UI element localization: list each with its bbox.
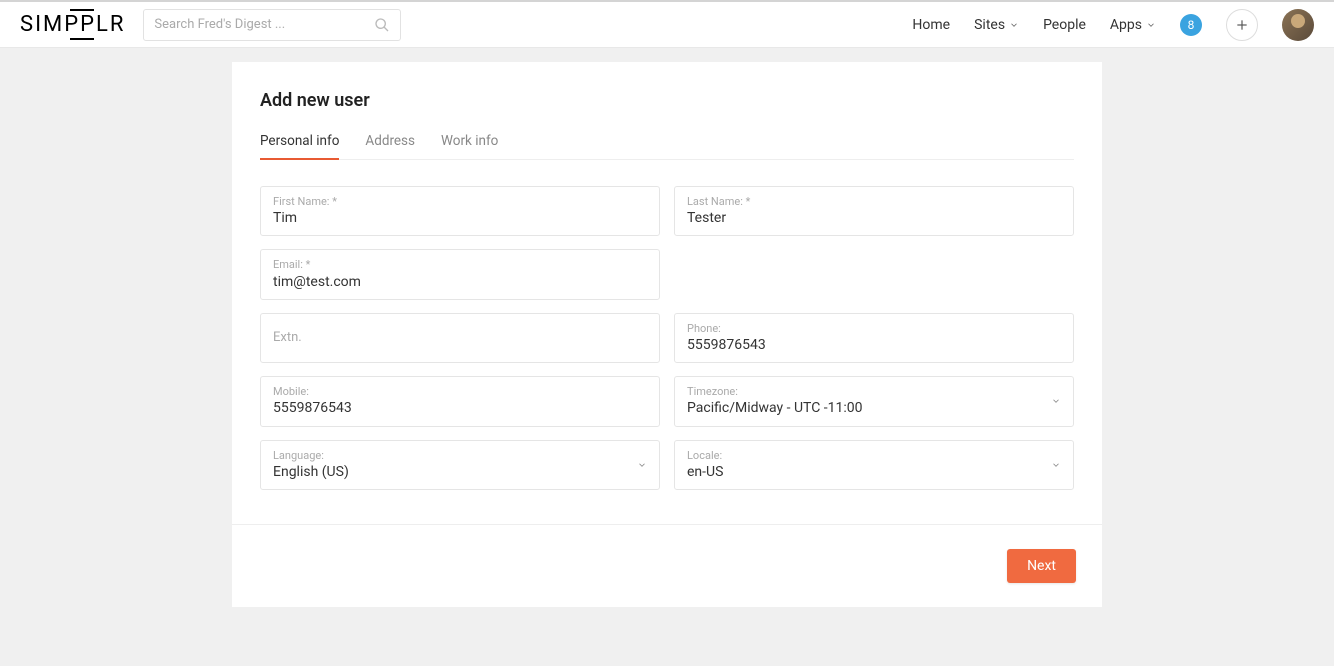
- card-footer: Next: [232, 524, 1102, 607]
- tab-address-label: Address: [365, 133, 415, 149]
- next-button[interactable]: Next: [1007, 549, 1076, 583]
- email-row: Email: * tim@test.com: [260, 249, 1074, 299]
- nav-sites-label: Sites: [974, 17, 1005, 33]
- nav-sites[interactable]: Sites: [974, 17, 1019, 33]
- form: First Name: * Tim Last Name: * Tester Em…: [260, 160, 1074, 490]
- last-name-field[interactable]: Last Name: * Tester: [674, 186, 1074, 236]
- first-name-field[interactable]: First Name: * Tim: [260, 186, 660, 236]
- nav-home[interactable]: Home: [912, 17, 950, 33]
- first-name-value: Tim: [273, 209, 647, 227]
- chevron-down-icon: [637, 460, 647, 470]
- email-value: tim@test.com: [273, 273, 647, 291]
- locale-field[interactable]: Locale: en-US: [674, 440, 1074, 490]
- timezone-field[interactable]: Timezone: Pacific/Midway - UTC -11:00: [674, 376, 1074, 426]
- nav-people[interactable]: People: [1043, 17, 1086, 33]
- logo[interactable]: SIMPPLR: [20, 12, 125, 37]
- last-name-value: Tester: [687, 209, 1061, 227]
- search-input[interactable]: [154, 17, 374, 32]
- logo-decoration-top: [70, 9, 94, 11]
- page-title: Add new user: [260, 90, 1074, 111]
- logo-text: SIMPPLR: [20, 12, 125, 37]
- search-box[interactable]: [143, 9, 401, 41]
- avatar[interactable]: [1282, 9, 1314, 41]
- mobile-field[interactable]: Mobile: 5559876543: [260, 376, 660, 426]
- search-icon: [374, 17, 390, 33]
- chevron-down-icon: [1051, 460, 1061, 470]
- extn-field[interactable]: Extn.: [260, 313, 660, 363]
- nav-apps-label: Apps: [1110, 17, 1142, 33]
- main-content: Add new user Personal info Address Work …: [0, 48, 1334, 607]
- nav-home-label: Home: [912, 17, 950, 33]
- main-nav: Home Sites People Apps 8: [912, 9, 1314, 41]
- card-inner: Add new user Personal info Address Work …: [232, 90, 1102, 490]
- next-button-label: Next: [1027, 558, 1056, 574]
- tab-work-info[interactable]: Work info: [441, 133, 498, 159]
- mobile-value: 5559876543: [273, 399, 647, 417]
- locale-value: en-US: [687, 463, 1061, 481]
- extn-placeholder: Extn.: [273, 330, 647, 345]
- timezone-label: Timezone:: [687, 385, 1061, 398]
- language-value: English (US): [273, 463, 647, 481]
- locale-label: Locale:: [687, 449, 1061, 462]
- last-name-label: Last Name: *: [687, 195, 1061, 208]
- email-label: Email: *: [273, 258, 647, 271]
- nav-people-label: People: [1043, 17, 1086, 33]
- tabs: Personal info Address Work info: [260, 133, 1074, 160]
- tab-work-label: Work info: [441, 133, 498, 149]
- nav-apps[interactable]: Apps: [1110, 17, 1156, 33]
- chevron-down-icon: [1051, 396, 1061, 406]
- notification-count: 8: [1188, 18, 1195, 32]
- header: SIMPPLR Home Sites People Apps 8: [0, 2, 1334, 48]
- language-label: Language:: [273, 449, 647, 462]
- logo-decoration-bottom: [70, 38, 94, 40]
- tab-address[interactable]: Address: [365, 133, 415, 159]
- chevron-down-icon: [1146, 20, 1156, 30]
- first-name-label: First Name: *: [273, 195, 647, 208]
- phone-value: 5559876543: [687, 336, 1061, 354]
- mobile-label: Mobile:: [273, 385, 647, 398]
- phone-label: Phone:: [687, 322, 1061, 335]
- phone-field[interactable]: Phone: 5559876543: [674, 313, 1074, 363]
- tab-personal-label: Personal info: [260, 133, 339, 149]
- timezone-value: Pacific/Midway - UTC -11:00: [687, 399, 1061, 417]
- language-field[interactable]: Language: English (US): [260, 440, 660, 490]
- tab-personal-info[interactable]: Personal info: [260, 133, 339, 159]
- notification-badge[interactable]: 8: [1180, 14, 1202, 36]
- chevron-down-icon: [1009, 20, 1019, 30]
- add-button[interactable]: [1226, 9, 1258, 41]
- email-field[interactable]: Email: * tim@test.com: [260, 249, 660, 299]
- add-user-card: Add new user Personal info Address Work …: [232, 62, 1102, 607]
- plus-icon: [1235, 18, 1249, 32]
